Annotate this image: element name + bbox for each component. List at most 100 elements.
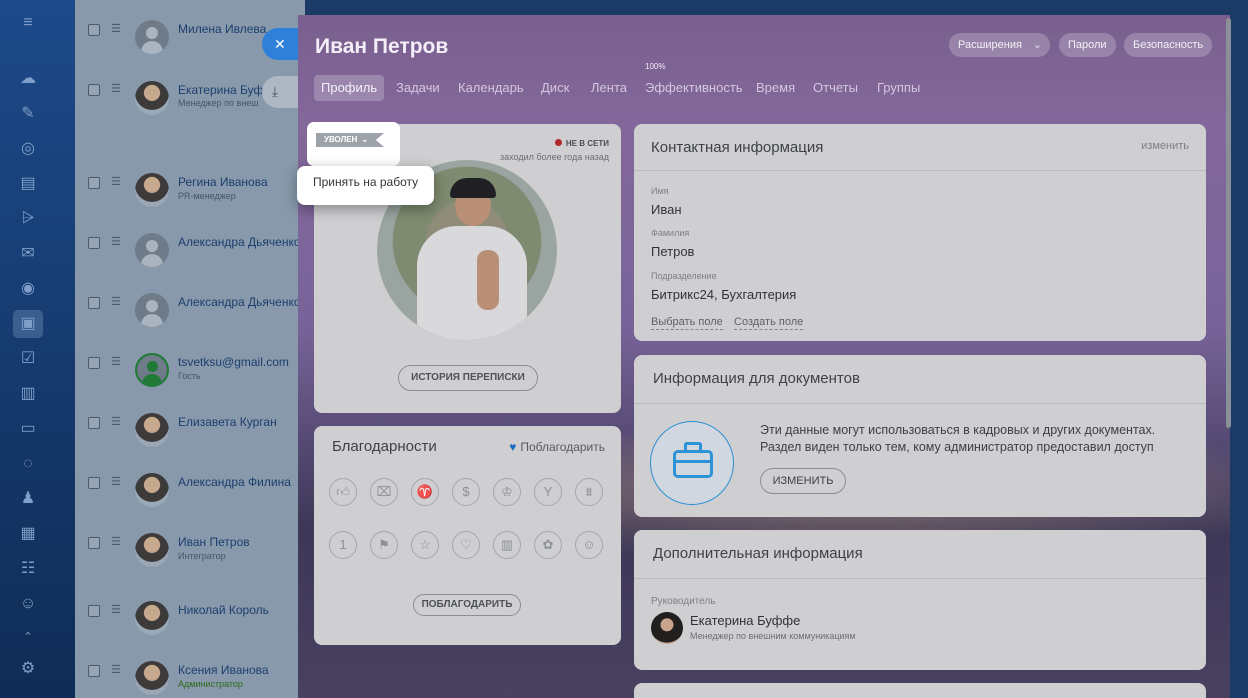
tab-groups[interactable]: Группы xyxy=(877,75,920,101)
thumbs-up-icon[interactable]: 👍︎ xyxy=(329,478,357,506)
star-icon[interactable]: ☆ xyxy=(411,531,439,559)
robot-icon[interactable]: ♟ xyxy=(17,488,39,510)
flag-icon[interactable]: ⚑ xyxy=(370,531,398,559)
status-badge[interactable]: УВОЛЕН ⌄ xyxy=(316,133,385,147)
target-icon[interactable]: ◉ xyxy=(17,278,39,300)
row-checkbox[interactable] xyxy=(88,297,100,309)
tab-efficiency[interactable]: 100% Эффективность xyxy=(645,62,743,101)
security-button[interactable]: Безопасность xyxy=(1124,33,1213,57)
avatar[interactable] xyxy=(651,612,683,644)
storage-icon[interactable]: ▭ xyxy=(17,418,39,440)
rehire-menu-item[interactable]: Принять на работу xyxy=(313,175,418,189)
collapse-icon[interactable]: ⌃ xyxy=(17,626,39,648)
drag-handle-icon[interactable]: ☰ xyxy=(111,417,123,428)
flower-icon[interactable]: ✿ xyxy=(534,531,562,559)
chat-icon[interactable]: ◌ xyxy=(17,453,39,475)
list-item[interactable]: ☰ Александра Филина xyxy=(75,455,305,515)
pulse-icon[interactable]: ☁ xyxy=(17,68,39,90)
heart-icon[interactable]: ♡ xyxy=(452,531,480,559)
tab-disk[interactable]: Диск xyxy=(541,75,569,101)
list-item[interactable]: ☰ Александра Дьяченко xyxy=(75,215,305,275)
tab-profile[interactable]: Профиль xyxy=(314,75,385,101)
list-item[interactable]: ☰ Ксения Иванова Администратор xyxy=(75,643,305,698)
drag-handle-icon[interactable]: ☰ xyxy=(111,537,123,548)
create-field-link[interactable]: Создать поле xyxy=(734,316,804,330)
drag-handle-icon[interactable]: ☰ xyxy=(111,24,123,35)
cup-icon[interactable]: ♈ xyxy=(411,478,439,506)
thank-link[interactable]: ♥ Поблагодарить xyxy=(509,440,605,454)
row-checkbox[interactable] xyxy=(88,177,100,189)
file-icon[interactable]: ▥ xyxy=(17,383,39,405)
drag-handle-icon[interactable]: ☰ xyxy=(111,605,123,616)
crown-icon[interactable]: ♔ xyxy=(493,478,521,506)
drag-handle-icon[interactable]: ☰ xyxy=(111,357,123,368)
filter-icon[interactable]: ⩥ xyxy=(17,208,39,230)
mail-icon[interactable]: ✉ xyxy=(17,243,39,265)
drag-handle-icon[interactable]: ☰ xyxy=(111,237,123,248)
tasks-icon[interactable]: ✎ xyxy=(17,103,39,125)
cocktail-icon[interactable]: Y xyxy=(534,478,562,506)
check-icon[interactable]: ☑ xyxy=(17,348,39,370)
drag-handle-icon[interactable]: ☰ xyxy=(111,297,123,308)
smile-icon[interactable]: ☺ xyxy=(575,531,603,559)
row-checkbox[interactable] xyxy=(88,477,100,489)
chevron-down-icon[interactable]: ⌄ xyxy=(1033,33,1042,57)
row-checkbox[interactable] xyxy=(88,357,100,369)
drag-handle-icon[interactable]: ☰ xyxy=(111,665,123,676)
tab-feed[interactable]: Лента xyxy=(591,75,627,101)
row-checkbox[interactable] xyxy=(88,417,100,429)
drag-handle-icon[interactable]: ☰ xyxy=(111,177,123,188)
list-item[interactable]: ☰ tsvetksu@gmail.com Гость xyxy=(75,335,305,395)
row-checkbox[interactable] xyxy=(88,237,100,249)
list-item[interactable]: ☰ Регина Иванова PR-менеджер xyxy=(75,155,305,215)
employee-name[interactable]: Ксения Иванова xyxy=(178,663,269,677)
employee-name[interactable]: Николай Король xyxy=(178,603,269,617)
group-icon[interactable]: ☺ xyxy=(17,593,39,615)
list-item[interactable]: ☰ Елизавета Курган xyxy=(75,395,305,455)
row-checkbox[interactable] xyxy=(88,605,100,617)
passwords-button[interactable]: Пароли xyxy=(1059,33,1116,57)
employee-name[interactable]: Екатерина Буфф xyxy=(178,83,273,97)
beer-icon[interactable]: ▥ xyxy=(493,531,521,559)
crm-icon[interactable]: ◎ xyxy=(17,138,39,160)
employee-name[interactable]: Александра Дьяченко xyxy=(178,235,301,249)
employee-name[interactable]: tsvetksu@gmail.com xyxy=(178,355,289,369)
settings-icon[interactable]: ⚙ xyxy=(17,658,39,680)
edit-contact-link[interactable]: изменить xyxy=(1141,140,1189,152)
gift-icon[interactable]: ⌧ xyxy=(370,478,398,506)
list-item[interactable]: ☰ Иван Петров Интегратор xyxy=(75,515,305,575)
employee-name[interactable]: Александра Филина xyxy=(178,475,291,489)
employees-icon[interactable]: ▣ xyxy=(13,310,43,338)
list-item[interactable]: ☰ Александра Дьяченко xyxy=(75,275,305,335)
tab-time[interactable]: Время xyxy=(756,75,795,101)
money-bag-icon[interactable]: $ xyxy=(452,478,480,506)
extensions-button[interactable]: Расширения ⌄ xyxy=(949,33,1050,57)
thank-button[interactable]: ПОБЛАГОДАРИТЬ xyxy=(413,594,521,616)
employee-name[interactable]: Елизавета Курган xyxy=(178,415,277,429)
select-field-link[interactable]: Выбрать поле xyxy=(651,316,723,330)
chat-history-button[interactable]: ИСТОРИЯ ПЕРЕПИСКИ xyxy=(398,365,538,391)
employee-name[interactable]: Иван Петров xyxy=(178,535,250,549)
edit-documents-button[interactable]: ИЗМЕНИТЬ xyxy=(760,468,846,494)
manager-name[interactable]: Екатерина Буффе xyxy=(690,613,800,628)
list-item[interactable]: ☰ Николай Король xyxy=(75,583,305,643)
calendar-icon[interactable]: ▦ xyxy=(17,523,39,545)
one-icon[interactable]: 1 xyxy=(329,531,357,559)
row-checkbox[interactable] xyxy=(88,537,100,549)
employee-name[interactable]: Регина Иванова xyxy=(178,175,268,189)
cake-icon[interactable]: ⩩ xyxy=(575,478,603,506)
tab-tasks[interactable]: Задачи xyxy=(396,75,440,101)
scrollbar[interactable] xyxy=(1226,18,1231,428)
planner-icon[interactable]: ☷ xyxy=(17,558,39,580)
menu-icon[interactable]: ≡ xyxy=(17,12,39,34)
drag-handle-icon[interactable]: ☰ xyxy=(111,84,123,95)
tab-calendar[interactable]: Календарь xyxy=(458,75,524,101)
tab-reports[interactable]: Отчеты xyxy=(813,75,858,101)
row-checkbox[interactable] xyxy=(88,665,100,677)
employee-name[interactable]: Милена Ивлева xyxy=(178,22,266,36)
employee-name[interactable]: Александра Дьяченко xyxy=(178,295,301,309)
row-checkbox[interactable] xyxy=(88,84,100,96)
drag-handle-icon[interactable]: ☰ xyxy=(111,477,123,488)
doc-icon[interactable]: ▤ xyxy=(17,173,39,195)
row-checkbox[interactable] xyxy=(88,24,100,36)
